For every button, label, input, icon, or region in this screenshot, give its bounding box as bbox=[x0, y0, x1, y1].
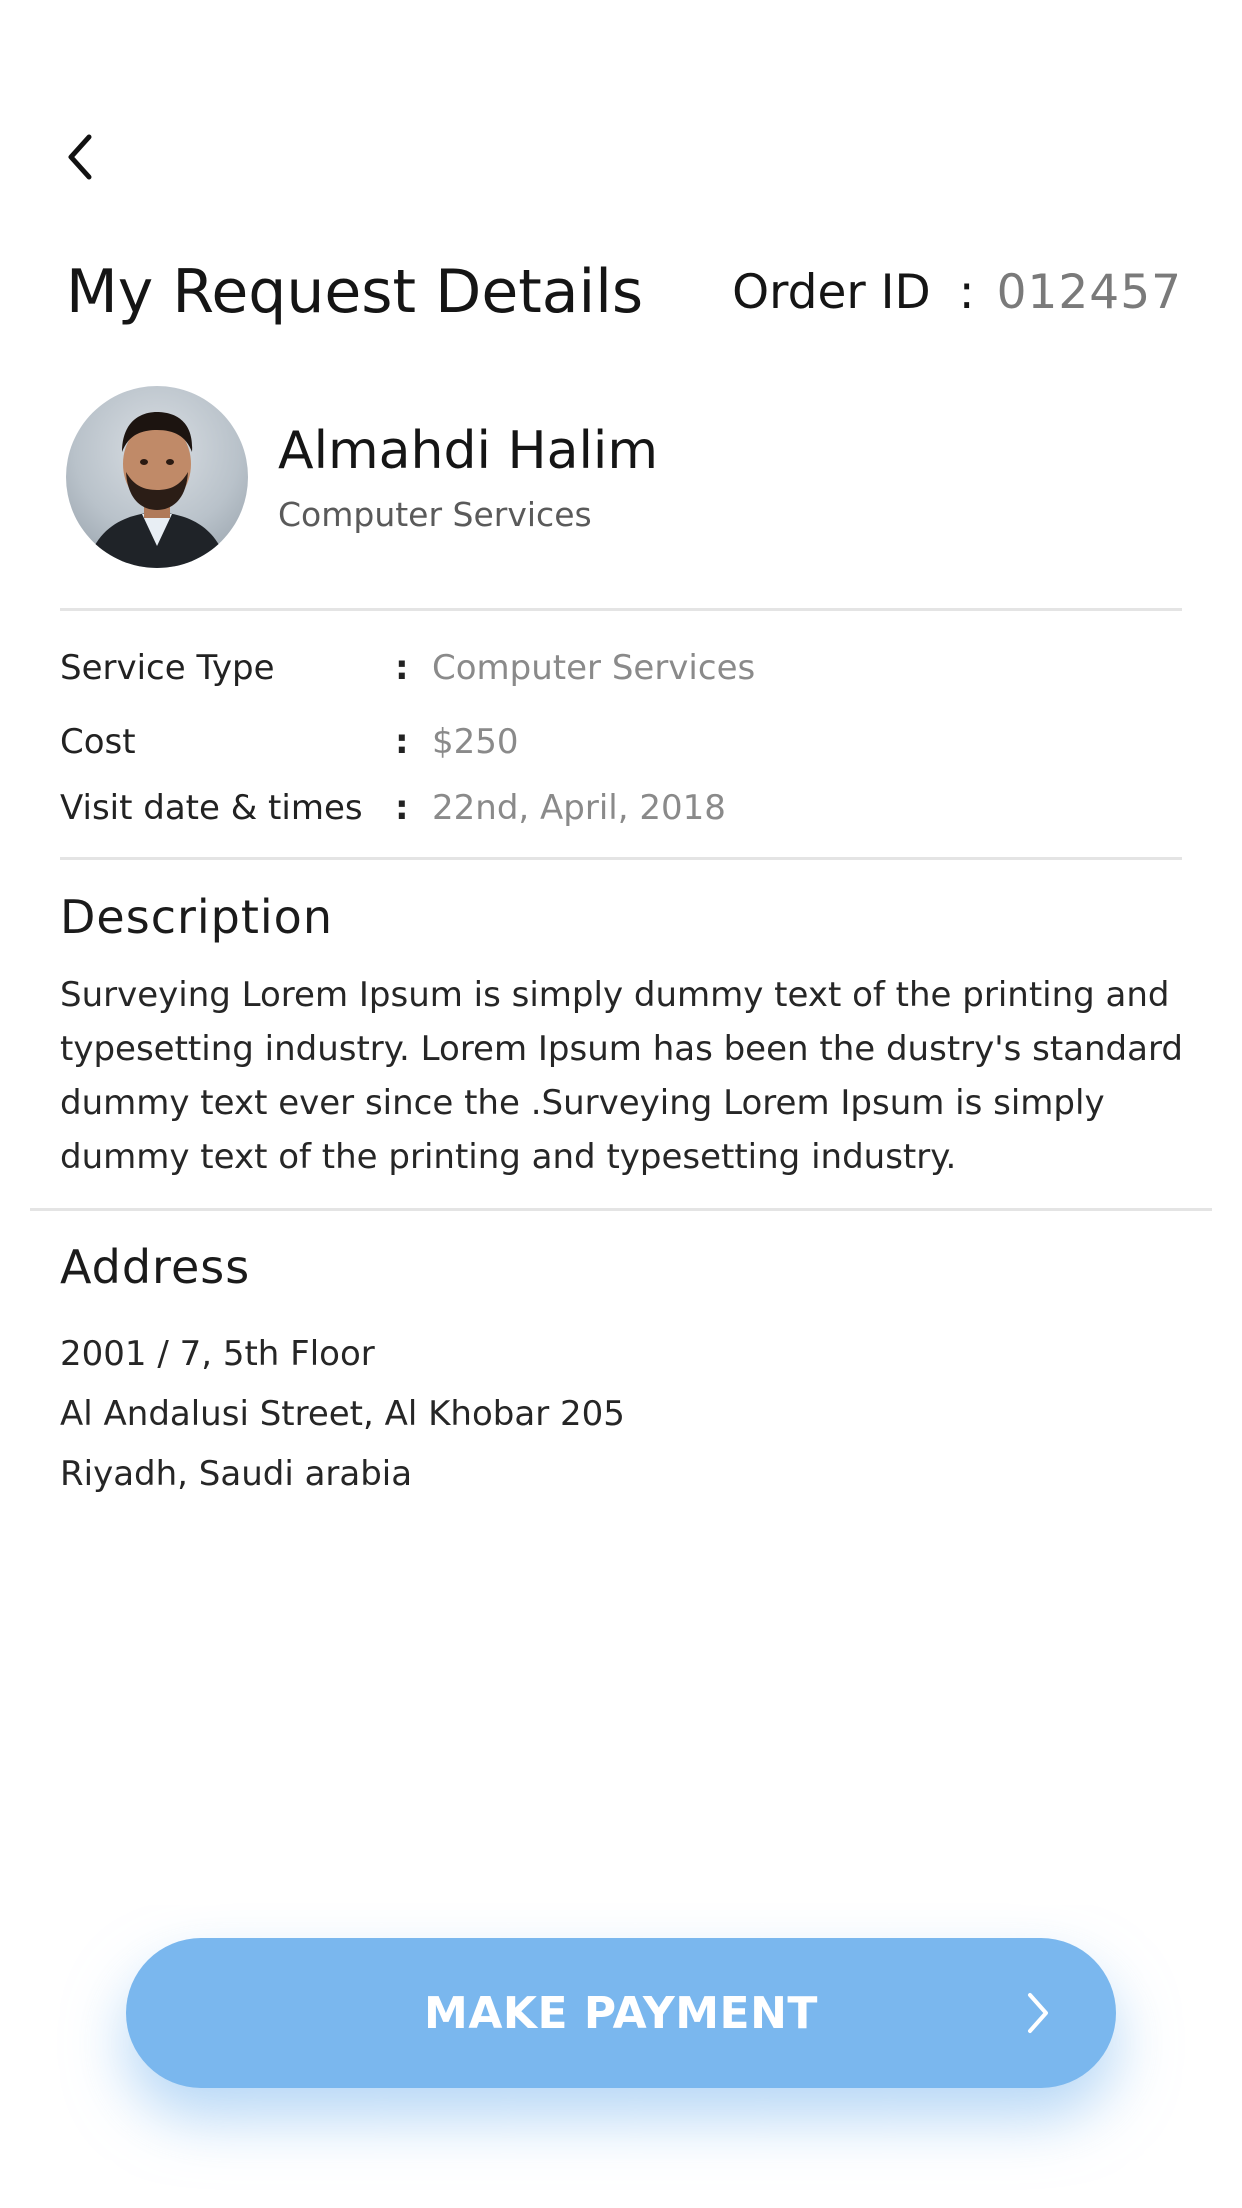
avatar-photo bbox=[86, 412, 228, 568]
address-line: Riyadh, Saudi arabia bbox=[60, 1454, 413, 1494]
chevron-right-icon bbox=[1028, 1993, 1048, 2033]
detail-value: Computer Services bbox=[432, 648, 756, 688]
order-id-value: 012457 bbox=[996, 264, 1182, 320]
detail-row-service-type: Service Type : Computer Services bbox=[60, 644, 1182, 692]
provider-category: Computer Services bbox=[278, 494, 592, 534]
avatar bbox=[66, 386, 248, 568]
chevron-left-icon bbox=[68, 134, 92, 180]
order-id: Order ID : 012457 bbox=[732, 265, 1182, 320]
description-title: Description bbox=[60, 890, 333, 944]
divider bbox=[30, 1208, 1212, 1211]
request-details-screen: My Request Details Order ID : 012457 Alm… bbox=[0, 0, 1242, 2208]
detail-colon: : bbox=[395, 788, 409, 828]
make-payment-label: MAKE PAYMENT bbox=[424, 1987, 818, 2039]
make-payment-button[interactable]: MAKE PAYMENT bbox=[126, 1938, 1116, 2088]
provider-profile: Almahdi Halim Computer Services bbox=[66, 386, 658, 568]
detail-value: 22nd, April, 2018 bbox=[432, 788, 726, 828]
divider bbox=[60, 857, 1182, 860]
page-title: My Request Details bbox=[66, 257, 644, 327]
detail-colon: : bbox=[395, 648, 409, 688]
address-title: Address bbox=[60, 1240, 251, 1294]
detail-row-visit-date: Visit date & times : 22nd, April, 2018 bbox=[60, 784, 1182, 832]
detail-label: Cost bbox=[60, 722, 136, 762]
detail-value: $250 bbox=[432, 722, 519, 762]
detail-colon: : bbox=[395, 722, 409, 762]
address-line: Al Andalusi Street, Al Khobar 205 bbox=[60, 1394, 625, 1434]
divider bbox=[60, 608, 1182, 611]
detail-label: Visit date & times bbox=[60, 788, 363, 828]
detail-row-cost: Cost : $250 bbox=[60, 718, 1182, 766]
detail-label: Service Type bbox=[60, 648, 275, 688]
order-id-label: Order ID bbox=[732, 264, 931, 320]
provider-name: Almahdi Halim bbox=[278, 420, 658, 481]
order-id-colon: : bbox=[958, 264, 975, 320]
address-line: 2001 / 7, 5th Floor bbox=[60, 1334, 375, 1374]
title-row: My Request Details Order ID : 012457 bbox=[66, 250, 1182, 334]
description-text: Surveying Lorem Ipsum is simply dummy te… bbox=[60, 975, 1183, 1177]
back-button[interactable] bbox=[50, 124, 110, 190]
